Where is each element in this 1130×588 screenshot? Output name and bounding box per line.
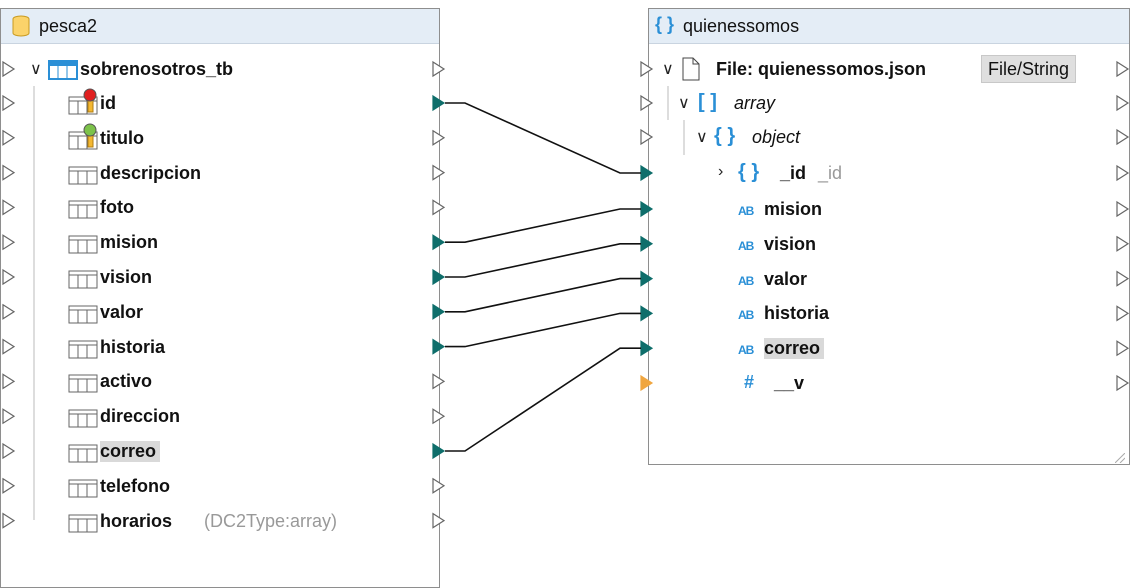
target-output-connector[interactable] [1116, 235, 1130, 252]
source-output-connector[interactable] [432, 199, 446, 216]
source-output-connector[interactable] [432, 512, 446, 529]
source-input-connector[interactable] [2, 338, 16, 355]
source-output-connector[interactable] [432, 338, 446, 355]
source-input-connector[interactable] [2, 477, 16, 494]
target-input-connector[interactable] [640, 94, 654, 112]
target-output-connector[interactable] [1116, 200, 1130, 218]
source-input-connector[interactable] [2, 303, 16, 320]
source-output-connector[interactable] [432, 303, 446, 320]
source-output-connector[interactable] [432, 408, 446, 425]
mapping-connections [2, 60, 1130, 529]
source-input-connector[interactable] [2, 408, 16, 425]
table-output-connector[interactable] [432, 60, 446, 78]
source-output-connector[interactable] [432, 94, 446, 112]
target-input-connector[interactable] [640, 305, 654, 322]
mapping-wire[interactable] [445, 347, 641, 452]
target-output-connector[interactable] [1116, 164, 1130, 182]
target-input-connector[interactable] [640, 164, 654, 182]
mapping-wire[interactable] [445, 312, 641, 348]
target-output-connector[interactable] [1116, 60, 1130, 78]
source-output-connector[interactable] [432, 164, 446, 181]
target-output-connector[interactable] [1116, 94, 1130, 112]
target-output-connector[interactable] [1116, 128, 1130, 146]
mapping-wire[interactable] [445, 277, 641, 313]
mapping-wire[interactable] [445, 102, 641, 174]
source-input-connector[interactable] [2, 373, 16, 390]
target-input-connector[interactable] [640, 374, 654, 392]
target-input-connector[interactable] [640, 128, 654, 146]
source-output-connector[interactable] [432, 442, 446, 460]
source-input-connector[interactable] [2, 129, 16, 146]
source-input-connector[interactable] [2, 512, 16, 529]
source-input-connector[interactable] [2, 442, 16, 460]
source-output-connector[interactable] [432, 129, 446, 146]
table-input-connector[interactable] [2, 60, 16, 78]
source-output-connector[interactable] [432, 234, 446, 251]
target-input-connector[interactable] [640, 340, 654, 357]
target-input-connector[interactable] [640, 200, 654, 218]
mapping-wire[interactable] [445, 243, 641, 278]
source-output-connector[interactable] [432, 373, 446, 390]
target-output-connector[interactable] [1116, 374, 1130, 392]
source-input-connector[interactable] [2, 234, 16, 251]
source-input-connector[interactable] [2, 199, 16, 216]
target-output-connector[interactable] [1116, 340, 1130, 357]
target-input-connector[interactable] [640, 270, 654, 287]
target-output-connector[interactable] [1116, 305, 1130, 322]
source-input-connector[interactable] [2, 268, 16, 286]
source-input-connector[interactable] [2, 164, 16, 181]
mapping-wire[interactable] [445, 208, 641, 243]
target-input-connector[interactable] [640, 235, 654, 252]
target-input-connector[interactable] [640, 60, 654, 78]
source-input-connector[interactable] [2, 94, 16, 112]
source-output-connector[interactable] [432, 477, 446, 494]
source-output-connector[interactable] [432, 268, 446, 286]
target-output-connector[interactable] [1116, 270, 1130, 287]
